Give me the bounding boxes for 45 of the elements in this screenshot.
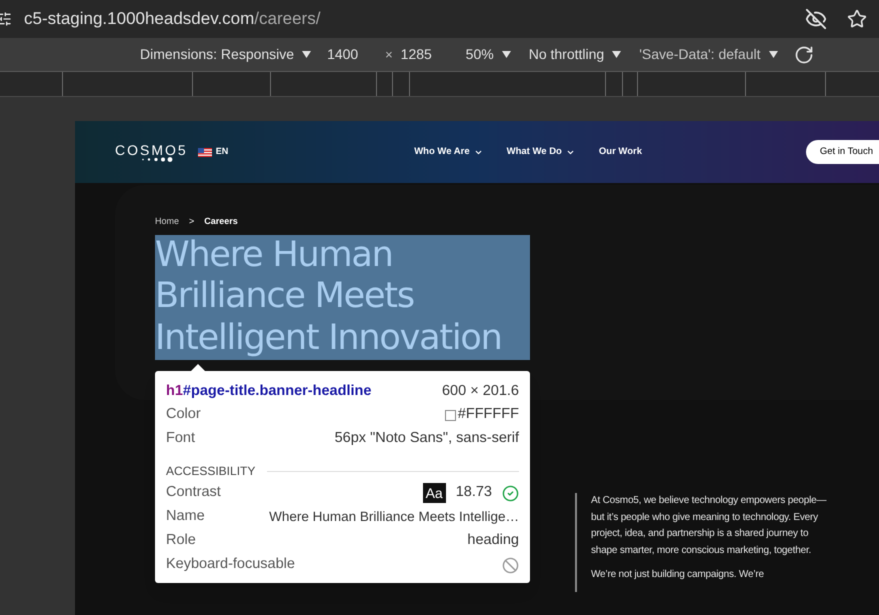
property-label: Font <box>166 429 196 448</box>
height-field[interactable]: 1285 <box>400 44 451 65</box>
dropdown-arrow-icon <box>612 51 622 58</box>
property-label: Role <box>166 531 196 550</box>
property-value: Where Human Brilliance Meets Intellige… <box>269 508 519 526</box>
get-in-touch-button[interactable]: Get in Touch <box>806 140 879 164</box>
property-label: Color <box>166 405 201 424</box>
dropdown-arrow-icon <box>302 51 312 58</box>
dimensions-dropdown[interactable]: Dimensions: Responsive <box>140 44 312 65</box>
breadcrumb-link[interactable]: Home <box>155 215 180 228</box>
dropdown-arrow-icon <box>768 51 778 58</box>
dropdown-arrow-icon <box>502 51 511 58</box>
property-label: Name <box>166 507 205 526</box>
eye-off-icon[interactable] <box>805 8 827 30</box>
property-label: Keyboard-focusable <box>166 555 295 574</box>
intro-paragraph: At Cosmo5, we believe technology empowers people—but it’s people who give meaning to technology. Every project, idea, and partnership is a shared journey to shape smarter, more conscious marketing, together. <box>591 494 828 558</box>
language-selector[interactable]: EN <box>216 145 228 159</box>
zoom-dropdown[interactable]: 50% <box>466 44 511 65</box>
intro-paragraph: We’re not just building campaigns. We’re <box>591 568 765 582</box>
property-value: 18.73 <box>456 483 492 502</box>
property-value: 56px "Noto Sans", sans-serif <box>334 429 519 448</box>
throttling-dropdown[interactable]: No throttling <box>528 44 622 65</box>
contrast-sample: Aa <box>422 483 446 503</box>
property-value: heading <box>467 531 519 550</box>
nav-link[interactable]: Our Work <box>598 144 642 160</box>
times-sign: × <box>385 46 393 64</box>
page-headline: Where Human Brilliance Meets Intelligent Innovation <box>155 234 530 360</box>
property-value: #FFFFFF <box>458 405 519 424</box>
site-info-icon[interactable] <box>0 11 12 27</box>
breadcrumb-link[interactable]: Careers <box>204 215 238 228</box>
section-heading: ACCESSIBILITY <box>166 463 256 480</box>
rotate-icon[interactable] <box>794 44 814 64</box>
nav-link[interactable]: What We Do <box>506 144 575 160</box>
bookmark-star-icon[interactable] <box>847 9 867 29</box>
breadcrumb-separator: > <box>189 215 194 228</box>
element-selector: h1#page-title.banner-headline <box>166 382 372 402</box>
element-size: 600 × 201.6 <box>442 382 519 402</box>
property-label: Contrast <box>166 483 221 502</box>
flag-icon <box>198 148 212 156</box>
save-data-dropdown[interactable]: 'Save-Data': default <box>639 44 778 65</box>
logo-dots-icon <box>141 156 174 162</box>
url-text[interactable]: c5-staging.1000headsdev.com/careers/ <box>24 6 320 32</box>
width-field[interactable]: 1400 <box>327 44 378 65</box>
logo[interactable]: COSMO5 <box>115 142 188 156</box>
nav-link[interactable]: Who We Are <box>414 144 483 160</box>
